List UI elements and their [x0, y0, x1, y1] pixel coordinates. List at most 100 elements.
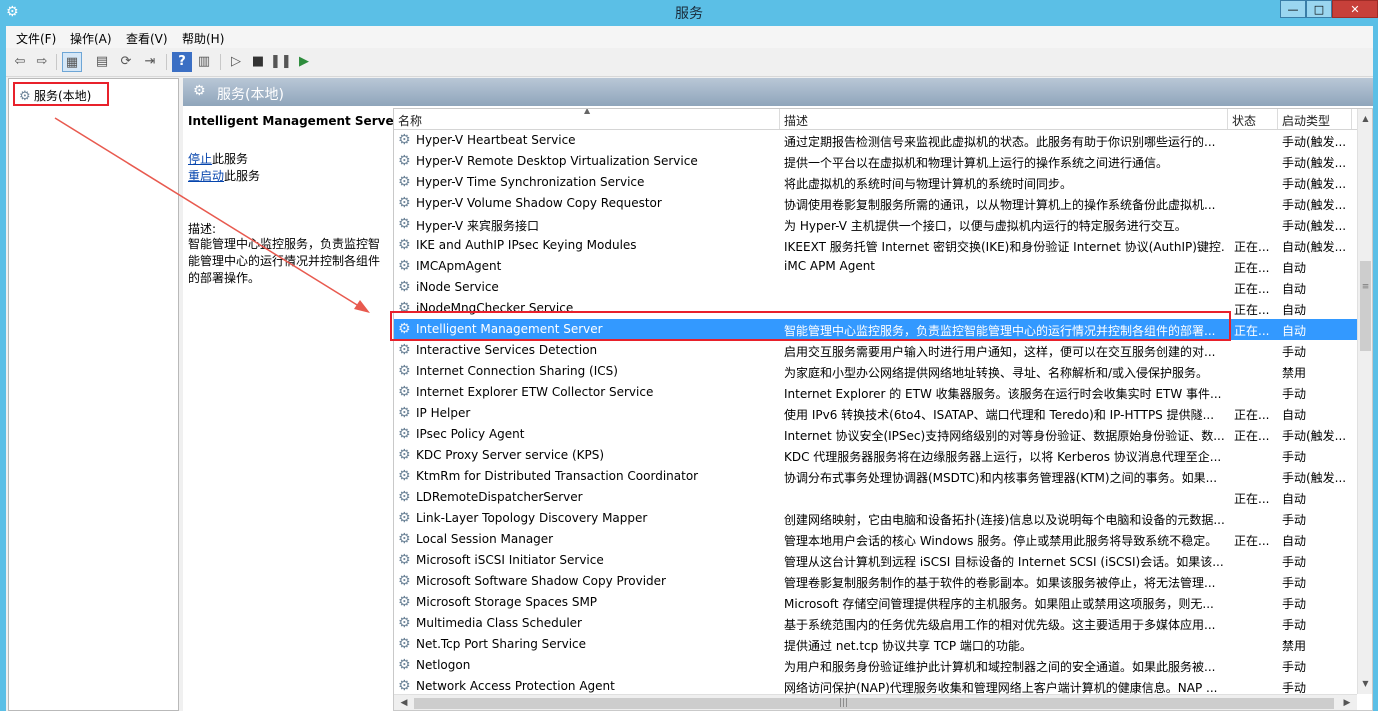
view-icon[interactable]: ▥	[194, 52, 214, 72]
table-row[interactable]: ⚙ Intelligent Management Server 智能管理中心监控服务…	[394, 319, 1372, 340]
properties-icon[interactable]: ▤	[92, 52, 112, 72]
pause-icon[interactable]: ❚❚	[270, 52, 292, 72]
stop-icon[interactable]: ■	[248, 52, 268, 72]
horizontal-scrollbar[interactable]: ◀ ||| ▶	[394, 694, 1357, 710]
service-gear-icon: ⚙	[398, 636, 411, 652]
table-row[interactable]: ⚙ KtmRm for Distributed Transaction Coord…	[394, 466, 1372, 487]
table-row[interactable]: ⚙ LDRemoteDispatcherServer 正在... 自动	[394, 487, 1372, 508]
service-description: 将此虚拟机的系统时间与物理计算机的系统时间同步。	[784, 177, 1073, 191]
show-hide-tree-icon[interactable]: ▦	[62, 52, 82, 72]
table-row[interactable]: ⚙ Microsoft iSCSI Initiator Service 管理从这台计…	[394, 550, 1372, 571]
menu-help[interactable]: 帮助(H)	[182, 30, 224, 47]
table-row[interactable]: ⚙ Hyper-V Heartbeat Service 通过定期报告检测信号来监视此…	[394, 130, 1372, 151]
service-gear-icon: ⚙	[398, 300, 411, 316]
toolbar-separator	[56, 54, 57, 70]
table-row[interactable]: ⚙ Net.Tcp Port Sharing Service 提供通过 net.tc…	[394, 634, 1372, 655]
table-row[interactable]: ⚙ iNodeMngChecker Service 正在... 自动	[394, 298, 1372, 319]
vertical-scroll-thumb[interactable]	[1360, 261, 1371, 351]
forward-icon[interactable]: ⇨	[32, 52, 52, 72]
description-text: 智能管理中心监控服务，负责监控智能管理中心的运行情况并控制各组件的部署操作。	[188, 237, 381, 285]
column-name[interactable]: 名称 ▲	[394, 109, 780, 129]
table-row[interactable]: ⚙ IKE and AuthIP IPsec Keying Modules IKEE…	[394, 235, 1372, 256]
title-bar: ⚙ 服务 — □ ✕	[0, 0, 1378, 26]
table-row[interactable]: ⚙ Microsoft Software Shadow Copy Provider…	[394, 571, 1372, 592]
service-description: IKEEXT 服务托管 Internet 密钥交换(IKE)和身份验证 Inte…	[784, 240, 1224, 254]
minimize-button[interactable]: —	[1280, 0, 1306, 18]
service-description: iMC APM Agent	[784, 259, 876, 273]
restart-icon[interactable]: ▶	[294, 52, 314, 72]
service-gear-icon: ⚙	[398, 216, 411, 232]
horizontal-scroll-thumb[interactable]	[414, 698, 1334, 709]
service-gear-icon: ⚙	[398, 321, 411, 337]
table-row[interactable]: ⚙ Hyper-V 来宾服务接口 为 Hyper-V 主机提供一个接口，以便与虚拟机…	[394, 214, 1372, 235]
table-row[interactable]: ⚙ Link-Layer Topology Discovery Mapper 创建网…	[394, 508, 1372, 529]
help-icon[interactable]: ?	[172, 52, 192, 72]
console-tree: ⚙ 服务(本地)	[8, 78, 179, 711]
service-name: IMCApmAgent	[416, 259, 502, 273]
table-row[interactable]: ⚙ Internet Connection Sharing (ICS) 为家庭和小型…	[394, 361, 1372, 382]
table-row[interactable]: ⚙ iNode Service 正在... 自动	[394, 277, 1372, 298]
stop-service-suffix: 此服务	[212, 152, 249, 166]
service-gear-icon: ⚙	[398, 657, 411, 673]
table-row[interactable]: ⚙ Hyper-V Remote Desktop Virtualization S…	[394, 151, 1372, 172]
table-row[interactable]: ⚙ Local Session Manager 管理本地用户会话的核心 Window…	[394, 529, 1372, 550]
service-gear-icon: ⚙	[398, 258, 411, 274]
scroll-down-icon[interactable]: ▼	[1358, 676, 1372, 692]
restart-service-link[interactable]: 重启动	[188, 169, 224, 183]
toolbar-separator	[166, 54, 167, 70]
tree-item-services-local[interactable]: ⚙ 服务(本地)	[13, 82, 109, 106]
service-gear-icon: ⚙	[398, 195, 411, 211]
service-gear-icon: ⚙	[398, 363, 411, 379]
scroll-left-icon[interactable]: ◀	[396, 695, 412, 710]
table-row[interactable]: ⚙ Internet Explorer ETW Collector Service…	[394, 382, 1372, 403]
service-name: Hyper-V Heartbeat Service	[416, 133, 576, 147]
table-row[interactable]: ⚙ IPsec Policy Agent Internet 协议安全(IPSec)支…	[394, 424, 1372, 445]
service-description: 协调使用卷影复制服务所需的通讯，以从物理计算机上的操作系统备份此虚拟机...	[784, 198, 1216, 212]
service-status: 正在...	[1234, 534, 1270, 548]
table-row[interactable]: ⚙ Microsoft Storage Spaces SMP Microsoft 存…	[394, 592, 1372, 613]
scroll-up-icon[interactable]: ▲	[1358, 111, 1372, 127]
service-name: Multimedia Class Scheduler	[416, 616, 582, 630]
export-icon[interactable]: ⇥	[140, 52, 160, 72]
service-name: KDC Proxy Server service (KPS)	[416, 448, 605, 462]
service-name: Hyper-V Remote Desktop Virtualization Se…	[416, 154, 698, 168]
service-name: Link-Layer Topology Discovery Mapper	[416, 511, 648, 525]
vertical-scrollbar[interactable]: ▲ ≡ ▼	[1357, 109, 1372, 694]
table-row[interactable]: ⚙ Hyper-V Time Synchronization Service 将此虚…	[394, 172, 1372, 193]
close-button[interactable]: ✕	[1332, 0, 1378, 18]
table-row[interactable]: ⚙ KDC Proxy Server service (KPS) KDC 代理服务器…	[394, 445, 1372, 466]
menu-file[interactable]: 文件(F)	[16, 30, 56, 47]
menu-bar: 文件(F) 操作(A) 查看(V) 帮助(H)	[6, 26, 1373, 48]
table-row[interactable]: ⚙ Interactive Services Detection 启用交互服务需要用…	[394, 340, 1372, 361]
table-row[interactable]: ⚙ Netlogon 为用户和服务身份验证维护此计算机和域控制器之间的安全通道。如果…	[394, 655, 1372, 676]
table-row[interactable]: ⚙ Multimedia Class Scheduler 基于系统范围内的任务优先级…	[394, 613, 1372, 634]
table-row[interactable]: ⚙ Hyper-V Volume Shadow Copy Requestor 协调使…	[394, 193, 1372, 214]
service-status: 正在...	[1234, 492, 1270, 506]
service-description: 使用 IPv6 转换技术(6to4、ISATAP、端口代理和 Teredo)和 …	[784, 408, 1215, 422]
column-status[interactable]: 状态	[1228, 109, 1278, 129]
table-row[interactable]: ⚙ IP Helper 使用 IPv6 转换技术(6to4、ISATAP、端口代理和…	[394, 403, 1372, 424]
service-name: Hyper-V Volume Shadow Copy Requestor	[416, 196, 662, 210]
start-icon[interactable]: ▷	[226, 52, 246, 72]
stop-service-link[interactable]: 停止	[188, 152, 212, 166]
refresh-icon[interactable]: ⟳	[116, 52, 136, 72]
service-description: 基于系统范围内的任务优先级启用工作的相对优先级。这主要适用于多媒体应用...	[784, 618, 1216, 632]
service-gear-icon: ⚙	[398, 678, 411, 694]
service-description: Internet 协议安全(IPSec)支持网络级别的对等身份验证、数据原始身份…	[784, 429, 1224, 443]
service-gear-icon: ⚙	[398, 447, 411, 463]
menu-action[interactable]: 操作(A)	[70, 30, 112, 47]
table-row[interactable]: ⚙ IMCApmAgent iMC APM Agent 正在... 自动	[394, 256, 1372, 277]
service-gear-icon: ⚙	[398, 153, 411, 169]
scroll-right-icon[interactable]: ▶	[1339, 695, 1355, 710]
back-icon[interactable]: ⇦	[10, 52, 30, 72]
service-name: LDRemoteDispatcherServer	[416, 490, 583, 504]
service-gear-icon: ⚙	[398, 573, 411, 589]
service-gear-icon: ⚙	[398, 237, 411, 253]
service-status: 正在...	[1234, 324, 1270, 338]
menu-view[interactable]: 查看(V)	[126, 30, 168, 47]
column-startup-type[interactable]: 启动类型	[1278, 109, 1352, 129]
service-description: 为 Hyper-V 主机提供一个接口，以便与虚拟机内运行的特定服务进行交互。	[784, 219, 1187, 233]
column-name-label: 名称	[398, 114, 423, 128]
column-description[interactable]: 描述	[780, 109, 1228, 129]
maximize-button[interactable]: □	[1306, 0, 1332, 18]
